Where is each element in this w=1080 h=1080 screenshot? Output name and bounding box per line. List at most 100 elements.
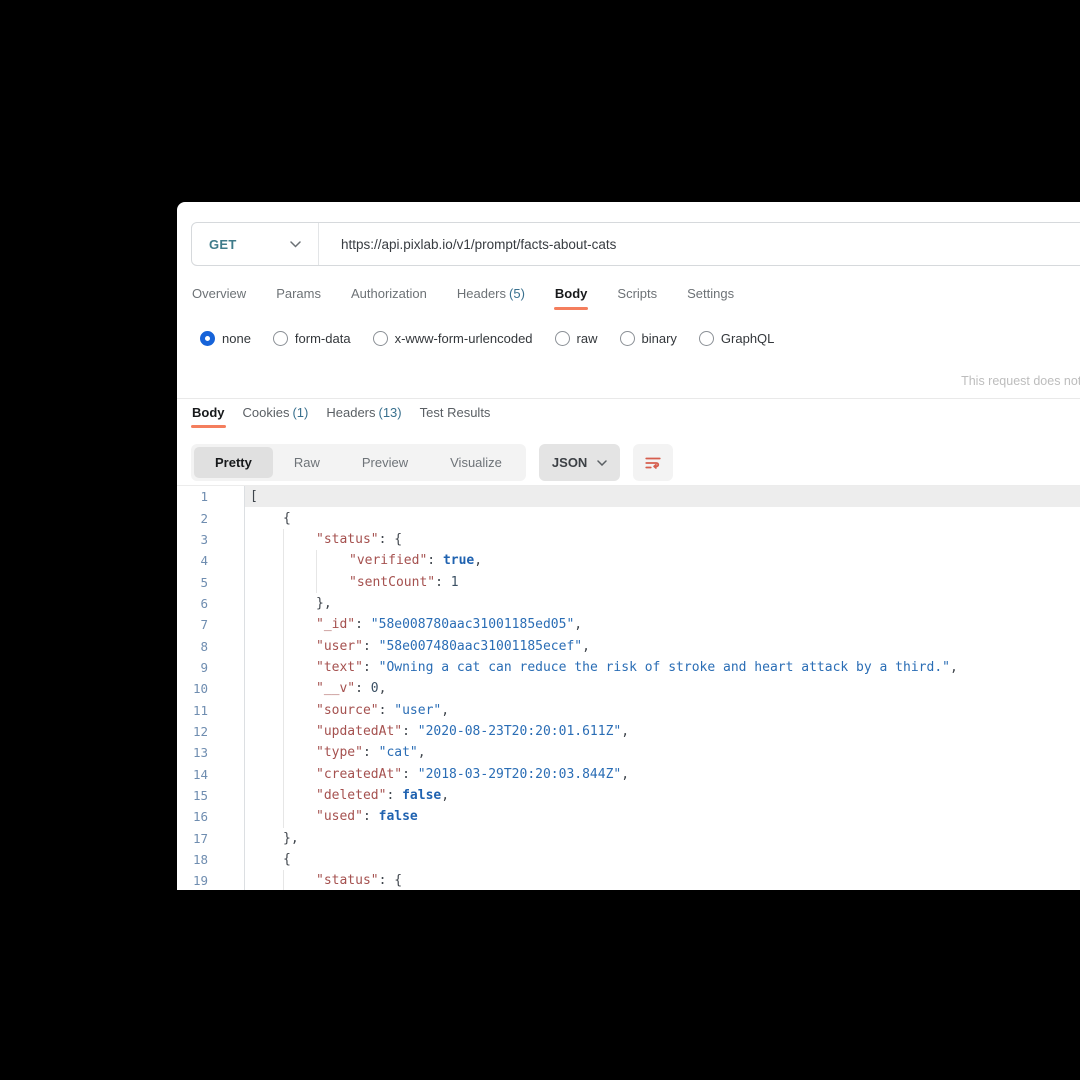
radio-icon xyxy=(373,331,388,346)
tab-label: Body xyxy=(555,286,588,301)
radio-label: x-www-form-urlencoded xyxy=(395,331,533,346)
code-line: 6}, xyxy=(177,593,1080,614)
line-number: 12 xyxy=(177,721,245,742)
view-raw[interactable]: Raw xyxy=(273,447,341,478)
wrap-text-icon xyxy=(644,454,662,472)
code-line: 18{ xyxy=(177,849,1080,870)
api-client-window: GET https://api.pixlab.io/v1/prompt/fact… xyxy=(177,202,1080,890)
method-dropdown[interactable]: GET xyxy=(192,223,319,265)
response-view-row: Pretty Raw Preview Visualize JSON xyxy=(191,444,673,481)
line-number: 18 xyxy=(177,849,245,870)
code-line: 17}, xyxy=(177,828,1080,849)
response-code[interactable]: 1[2{3"status": {4"verified": true,5"sent… xyxy=(177,485,1080,890)
tab-headers[interactable]: Headers(5) xyxy=(457,286,525,301)
tab-count: (5) xyxy=(509,286,525,301)
tab-authorization[interactable]: Authorization xyxy=(351,286,427,301)
code-line-content: "verified": true, xyxy=(245,550,1080,571)
code-line: 5"sentCount": 1 xyxy=(177,571,1080,592)
view-toggle-group: Pretty Raw Preview Visualize xyxy=(191,444,526,481)
code-line-content: "_id": "58e008780aac31001185ed05", xyxy=(245,614,1080,635)
body-mode-urlencoded[interactable]: x-www-form-urlencoded xyxy=(373,331,533,346)
chevron-down-icon xyxy=(597,460,607,466)
code-line: 14"createdAt": "2018-03-29T20:20:03.844Z… xyxy=(177,763,1080,784)
line-number: 17 xyxy=(177,828,245,849)
line-number: 2 xyxy=(177,507,245,528)
line-number: 8 xyxy=(177,635,245,656)
tab-scripts[interactable]: Scripts xyxy=(617,286,657,301)
code-line-content: "user": "58e007480aac31001185ecef", xyxy=(245,635,1080,656)
line-number: 3 xyxy=(177,529,245,550)
radio-selected-icon xyxy=(200,331,215,346)
request-url-bar: GET https://api.pixlab.io/v1/prompt/fact… xyxy=(191,222,1080,266)
response-tab-headers[interactable]: Headers(13) xyxy=(326,405,401,420)
code-line-content: "text": "Owning a cat can reduce the ris… xyxy=(245,657,1080,678)
line-number: 16 xyxy=(177,806,245,827)
tab-label: Authorization xyxy=(351,286,427,301)
line-number: 10 xyxy=(177,678,245,699)
code-line-content: { xyxy=(245,849,1080,870)
code-line: 13"type": "cat", xyxy=(177,742,1080,763)
response-tab-test-results[interactable]: Test Results xyxy=(420,405,491,420)
method-label: GET xyxy=(209,237,237,252)
line-number: 4 xyxy=(177,550,245,571)
line-number: 9 xyxy=(177,657,245,678)
chevron-down-icon xyxy=(290,241,301,248)
view-visualize[interactable]: Visualize xyxy=(429,447,523,478)
radio-label: form-data xyxy=(295,331,351,346)
empty-body-note: This request does not have a body xyxy=(177,374,1080,388)
code-line: 11"source": "user", xyxy=(177,699,1080,720)
radio-icon xyxy=(273,331,288,346)
line-number: 5 xyxy=(177,571,245,592)
code-line: 7"_id": "58e008780aac31001185ed05", xyxy=(177,614,1080,635)
line-number: 6 xyxy=(177,593,245,614)
section-divider xyxy=(177,398,1080,399)
code-line-content: "status": { xyxy=(245,870,1080,890)
line-number: 19 xyxy=(177,870,245,890)
code-line: 12"updatedAt": "2020-08-23T20:20:01.611Z… xyxy=(177,721,1080,742)
tab-label: Headers xyxy=(457,286,506,301)
body-mode-form-data[interactable]: form-data xyxy=(273,331,351,346)
tab-count: (1) xyxy=(292,405,308,420)
request-tabs: Overview Params Authorization Headers(5)… xyxy=(192,286,734,301)
code-line-content: "deleted": false, xyxy=(245,785,1080,806)
tab-label: Settings xyxy=(687,286,734,301)
tab-label: Body xyxy=(192,405,225,420)
code-line: 19"status": { xyxy=(177,870,1080,890)
code-line-content: { xyxy=(245,507,1080,528)
code-line: 15"deleted": false, xyxy=(177,785,1080,806)
body-mode-radios: none form-data x-www-form-urlencoded raw… xyxy=(200,331,774,346)
format-dropdown[interactable]: JSON xyxy=(539,444,620,481)
response-tab-body[interactable]: Body xyxy=(192,405,225,420)
body-mode-binary[interactable]: binary xyxy=(620,331,677,346)
line-number: 11 xyxy=(177,699,245,720)
body-mode-none[interactable]: none xyxy=(200,331,251,346)
code-line: 8"user": "58e007480aac31001185ecef", xyxy=(177,635,1080,656)
code-line: 1[ xyxy=(177,486,1080,507)
url-input[interactable]: https://api.pixlab.io/v1/prompt/facts-ab… xyxy=(319,223,616,265)
tab-body[interactable]: Body xyxy=(555,286,588,301)
tab-label: Overview xyxy=(192,286,246,301)
radio-label: raw xyxy=(577,331,598,346)
code-line-content: "sentCount": 1 xyxy=(245,571,1080,592)
code-line: 10"__v": 0, xyxy=(177,678,1080,699)
tab-settings[interactable]: Settings xyxy=(687,286,734,301)
code-line-content: "source": "user", xyxy=(245,699,1080,720)
radio-label: binary xyxy=(642,331,677,346)
radio-icon xyxy=(555,331,570,346)
code-line-content: "createdAt": "2018-03-29T20:20:03.844Z", xyxy=(245,763,1080,784)
tab-params[interactable]: Params xyxy=(276,286,321,301)
body-mode-raw[interactable]: raw xyxy=(555,331,598,346)
body-mode-graphql[interactable]: GraphQL xyxy=(699,331,774,346)
radio-label: none xyxy=(222,331,251,346)
wrap-text-button[interactable] xyxy=(633,444,673,481)
view-preview[interactable]: Preview xyxy=(341,447,429,478)
line-number: 1 xyxy=(177,486,245,507)
code-line: 9"text": "Owning a cat can reduce the ri… xyxy=(177,657,1080,678)
code-line-content: "used": false xyxy=(245,806,1080,827)
view-pretty[interactable]: Pretty xyxy=(194,447,273,478)
code-line-content: }, xyxy=(245,593,1080,614)
code-line-content: "type": "cat", xyxy=(245,742,1080,763)
tab-overview[interactable]: Overview xyxy=(192,286,246,301)
radio-icon xyxy=(699,331,714,346)
response-tab-cookies[interactable]: Cookies(1) xyxy=(243,405,309,420)
